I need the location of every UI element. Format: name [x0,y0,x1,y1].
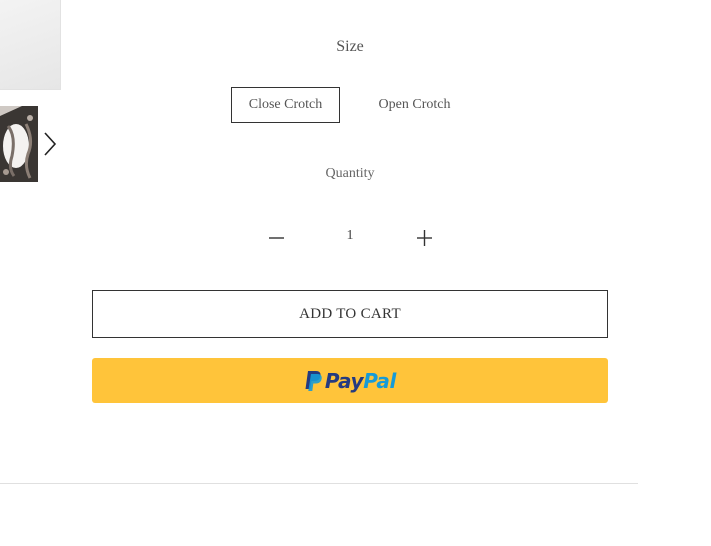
paypal-wordmark-pay: Pay [324,368,364,393]
size-label: Size [336,38,364,55]
product-page: Size Close Crotch Open Crotch Quantity A… [0,0,711,546]
paypal-wordmark-pal: Pal [363,368,397,393]
quantity-label: Quantity [325,166,375,181]
quantity-input[interactable] [330,228,370,244]
size-option-close-crotch[interactable]: Close Crotch [231,87,340,123]
paypal-p-icon [305,370,322,391]
add-to-cart-button[interactable]: ADD TO CART [92,290,608,338]
size-option-open-crotch[interactable]: Open Crotch [360,87,469,123]
chevron-right-icon[interactable] [42,131,58,157]
paypal-wordmark: PayPal [324,368,397,393]
paypal-logo: PayPal [304,369,396,393]
paypal-button[interactable]: PayPal [92,358,608,403]
section-divider [0,483,638,484]
plus-icon[interactable] [409,226,439,250]
minus-icon[interactable] [262,226,292,250]
